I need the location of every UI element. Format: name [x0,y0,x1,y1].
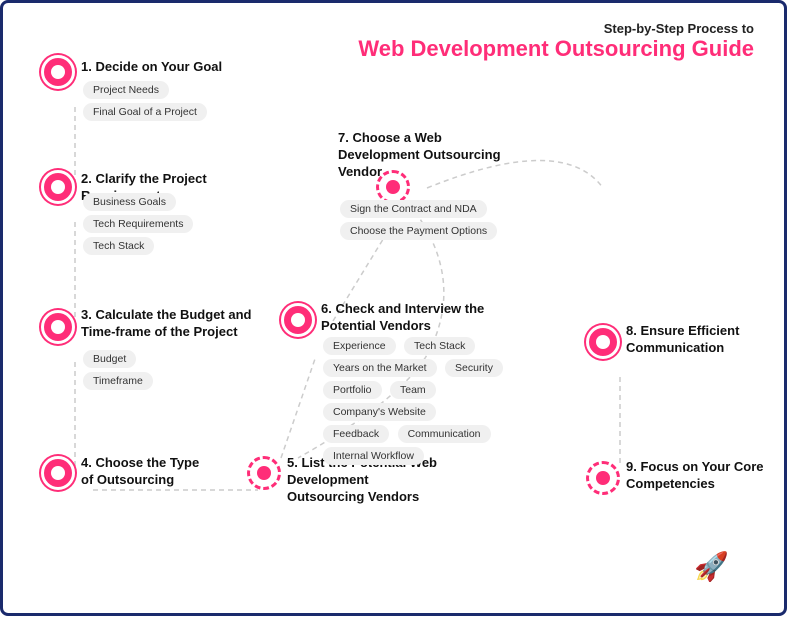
tag-project-needs: Project Needs [83,81,169,99]
step6-tags: Experience Tech Stack Years on the Marke… [321,335,505,467]
step7-tags: Sign the Contract and NDA Choose the Pay… [338,198,499,242]
step9-circle-inner [596,471,610,485]
step6-circle [281,303,315,337]
tag-security: Security [445,359,503,377]
rocket-icon: 🚀 [694,550,729,583]
tag-communication: Communication [398,425,491,443]
step8-circle-inner [596,335,610,349]
header-title: Web Development Outsourcing Guide [358,36,754,62]
tag-internal-workflow: Internal Workflow [323,447,424,465]
step7-circle-inner [386,180,400,194]
step4-label: 4. Choose the Type of Outsourcing [81,455,211,489]
step9-circle [586,461,620,495]
tag-tech-requirements: Tech Requirements [83,215,193,233]
tag-feedback: Feedback [323,425,389,443]
step4-circle [41,456,75,490]
step3-tags: Budget Timeframe [81,348,155,392]
tag-tech-stack-6: Tech Stack [404,337,475,355]
step1-circle-inner [51,65,65,79]
step3-label: 3. Calculate the Budget and Time-frame o… [81,307,281,341]
step5-circle [247,456,281,490]
step1-tags: Project Needs Final Goal of a Project [81,79,209,123]
header-subtitle: Step-by-Step Process to [358,21,754,36]
step2-tags: Business Goals Tech Requirements Tech St… [81,191,195,257]
step8-circle [586,325,620,359]
tag-company-website: Company's Website [323,403,436,421]
tag-years-market: Years on the Market [323,359,437,377]
tag-business-goals: Business Goals [83,193,176,211]
step2-circle [41,170,75,204]
tag-team: Team [390,381,436,399]
step6-circle-inner [291,313,305,327]
step8-label: 8. Ensure Efficient Communication [626,323,766,357]
step3-circle-inner [51,320,65,334]
header: Step-by-Step Process to Web Development … [358,21,754,62]
tag-portfolio: Portfolio [323,381,382,399]
tag-sign-contract: Sign the Contract and NDA [340,200,487,218]
step5-circle-inner [257,466,271,480]
tag-payment-options: Choose the Payment Options [340,222,497,240]
tag-final-goal: Final Goal of a Project [83,103,207,121]
step2-circle-inner [51,180,65,194]
step1-circle [41,55,75,89]
step4-circle-inner [51,466,65,480]
step9-label: 9. Focus on Your Core Competencies [626,459,766,493]
tag-experience: Experience [323,337,396,355]
step3-circle [41,310,75,344]
tag-tech-stack-2: Tech Stack [83,237,154,255]
step1-label: 1. Decide on Your Goal [81,59,222,76]
main-container: Step-by-Step Process to Web Development … [0,0,787,616]
step7-label: 7. Choose a Web Development Outsourcing … [338,130,523,181]
tag-timeframe: Timeframe [83,372,153,390]
step6-label: 6. Check and Interview the Potential Ven… [321,301,501,335]
tag-budget: Budget [83,350,136,368]
